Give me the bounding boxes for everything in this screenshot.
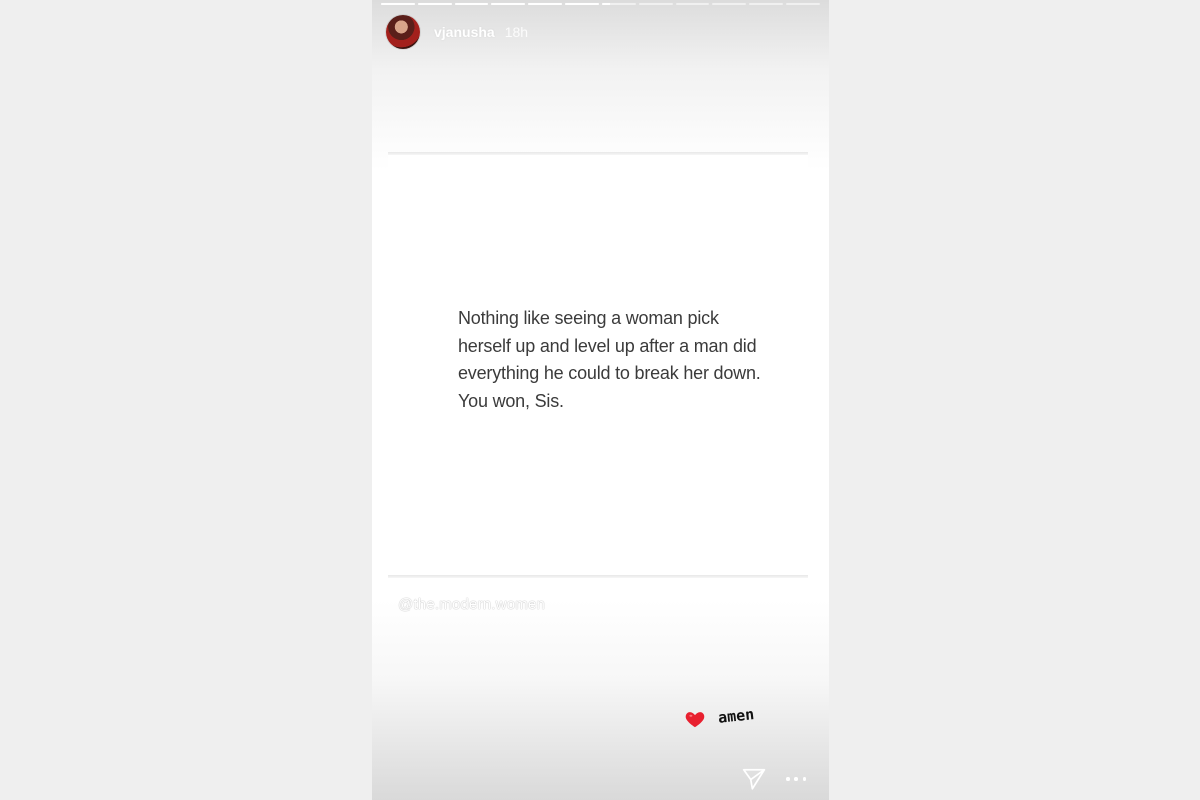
quote-line: herself up and level up after a man did xyxy=(458,335,757,356)
progress-segment xyxy=(638,3,673,5)
progress-segment xyxy=(675,3,710,5)
more-icon-dot xyxy=(786,777,790,781)
progress-fill xyxy=(528,3,563,5)
quote-card: Nothing like seeing a woman pick herself… xyxy=(388,152,808,578)
progress-segment xyxy=(491,3,526,5)
text-sticker: amen xyxy=(684,705,755,730)
sticker-text: amen xyxy=(717,705,755,727)
progress-fill xyxy=(417,3,452,5)
more-options-button[interactable] xyxy=(786,772,806,786)
progress-segment xyxy=(381,3,415,5)
progress-segment xyxy=(565,3,599,5)
progress-fill xyxy=(454,3,489,5)
progress-fill xyxy=(381,3,415,5)
progress-segment xyxy=(712,3,747,5)
divider xyxy=(388,152,808,155)
story-progress-bar xyxy=(381,3,820,6)
divider xyxy=(388,575,808,578)
quote-line: everything he could to break her down. xyxy=(458,363,761,383)
progress-fill xyxy=(601,3,611,5)
story-viewer[interactable]: vjanusha 18h Nothing like seeing a woman… xyxy=(372,0,829,800)
username[interactable]: vjanusha xyxy=(434,24,495,40)
send-icon[interactable] xyxy=(741,766,767,792)
progress-fill xyxy=(491,3,526,5)
more-icon-dot xyxy=(802,777,806,781)
progress-segment xyxy=(417,3,452,5)
source-credit: @the.modern.women xyxy=(398,596,546,613)
story-header: vjanusha 18h xyxy=(386,14,528,50)
more-icon-dot xyxy=(794,777,798,781)
quote-line: You won, Sis. xyxy=(458,390,564,411)
story-timestamp: 18h xyxy=(504,24,529,40)
quote-line: Nothing like seeing a woman pick xyxy=(458,308,719,328)
progress-segment xyxy=(786,3,820,5)
progress-segment xyxy=(749,3,784,5)
progress-segment xyxy=(601,3,636,5)
progress-segment xyxy=(528,3,563,5)
heart-icon xyxy=(685,712,705,728)
progress-segment xyxy=(454,3,489,5)
avatar[interactable] xyxy=(386,15,420,49)
quote-text: Nothing like seeing a woman pick herself… xyxy=(458,305,788,415)
progress-fill xyxy=(565,3,599,5)
